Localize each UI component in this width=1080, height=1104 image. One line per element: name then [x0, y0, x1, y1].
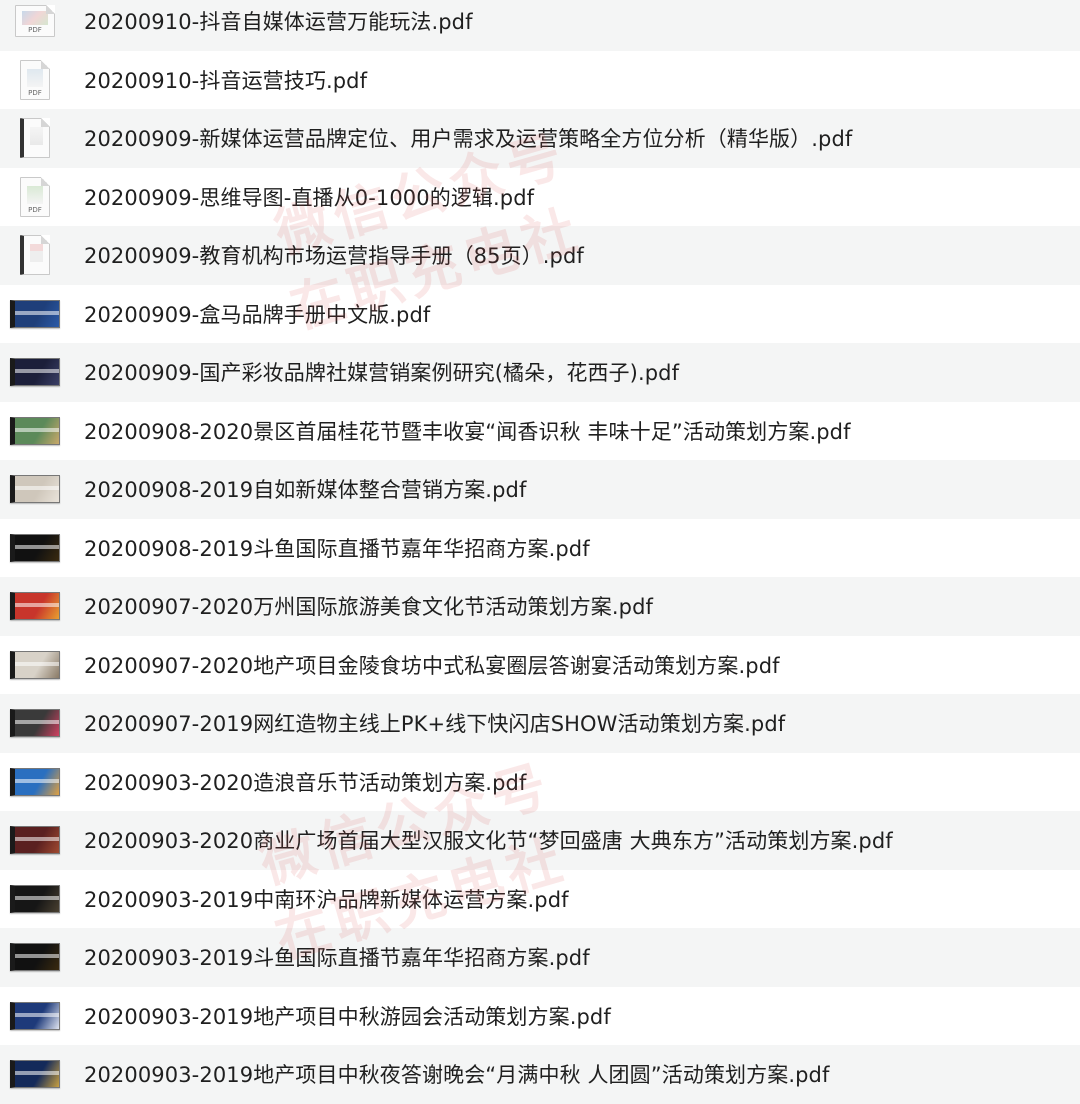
presentation-thumbnail-icon	[10, 943, 60, 972]
file-row[interactable]: 20200909-盒马品牌手册中文版.pdf	[0, 284, 1080, 343]
file-icon-container[interactable]: PDF	[6, 168, 64, 226]
file-name[interactable]: 20200908-2019自如新媒体整合营销方案.pdf	[84, 474, 526, 504]
file-icon-container[interactable]	[6, 1045, 64, 1103]
file-name[interactable]: 20200909-思维导图-直播从0-1000的逻辑.pdf	[84, 182, 534, 212]
file-icon-container[interactable]	[6, 870, 64, 928]
file-row[interactable]: 20200909-新媒体运营品牌定位、用户需求及运营策略全方位分析（精华版）.p…	[0, 109, 1080, 168]
file-name[interactable]: 20200907-2020万州国际旅游美食文化节活动策划方案.pdf	[84, 591, 653, 621]
file-row[interactable]: 20200903-2019地产项目中秋游园会活动策划方案.pdf	[0, 986, 1080, 1045]
file-name[interactable]: 20200903-2019斗鱼国际直播节嘉年华招商方案.pdf	[84, 942, 590, 972]
pdf-document-icon: PDF	[20, 59, 50, 100]
presentation-thumbnail-icon	[10, 299, 60, 328]
file-row[interactable]: 20200903-2019地产项目中秋夜答谢晚会“月满中秋 人团圆”活动策划方案…	[0, 1045, 1080, 1104]
file-icon-container[interactable]	[6, 460, 64, 518]
file-icon-container[interactable]	[6, 402, 64, 460]
pdf-tag: PDF	[28, 26, 42, 35]
presentation-thumbnail-icon	[10, 475, 60, 504]
file-row[interactable]: 20200903-2019中南环沪品牌新媒体运营方案.pdf	[0, 869, 1080, 928]
file-row[interactable]: 20200908-2020景区首届桂花节暨丰收宴“闻香识秋 丰味十足”活动策划方…	[0, 401, 1080, 460]
file-icon-container[interactable]	[6, 987, 64, 1045]
file-icon-container[interactable]	[6, 343, 64, 401]
bound-document-icon	[20, 235, 50, 276]
presentation-thumbnail-icon	[10, 533, 60, 562]
file-row[interactable]: 20200908-2019斗鱼国际直播节嘉年华招商方案.pdf	[0, 518, 1080, 577]
file-name[interactable]: 20200903-2019中南环沪品牌新媒体运营方案.pdf	[84, 884, 569, 914]
pdf-tag: PDF	[28, 88, 42, 97]
file-row[interactable]: 20200909-国产彩妆品牌社媒营销案例研究(橘朵，花西子).pdf	[0, 343, 1080, 402]
file-name[interactable]: 20200903-2019地产项目中秋夜答谢晚会“月满中秋 人团圆”活动策划方案…	[84, 1059, 829, 1089]
file-icon-container[interactable]	[6, 109, 64, 167]
presentation-thumbnail-icon	[10, 1060, 60, 1089]
file-row[interactable]: 20200903-2019斗鱼国际直播节嘉年华招商方案.pdf	[0, 928, 1080, 987]
file-row[interactable]: 20200909-教育机构市场运营指导手册（85页）.pdf	[0, 226, 1080, 285]
file-name[interactable]: 20200908-2020景区首届桂花节暨丰收宴“闻香识秋 丰味十足”活动策划方…	[84, 416, 851, 446]
file-list: PDF 20200910-抖音自媒体运营万能玩法.pdf PDF 20200910-抖…	[0, 0, 1080, 1104]
presentation-thumbnail-icon	[10, 416, 60, 445]
file-icon-container[interactable]	[6, 285, 64, 343]
file-name[interactable]: 20200907-2020地产项目金陵食坊中式私宴圈层答谢宴活动策划方案.pdf	[84, 650, 780, 680]
file-icon-container[interactable]	[6, 577, 64, 635]
file-icon-container[interactable]	[6, 226, 64, 284]
file-name[interactable]: 20200910-抖音自媒体运营万能玩法.pdf	[84, 6, 473, 36]
file-icon-container[interactable]: PDF	[6, 0, 64, 50]
file-icon-container[interactable]	[6, 694, 64, 752]
mindmap-pdf-icon: PDF	[15, 5, 55, 38]
pdf-document-icon: PDF	[20, 176, 50, 217]
file-row[interactable]: 20200903-2020商业广场首届大型汉服文化节“梦回盛唐 大典东方”活动策…	[0, 811, 1080, 870]
presentation-thumbnail-icon	[10, 650, 60, 679]
file-row[interactable]: PDF 20200909-思维导图-直播从0-1000的逻辑.pdf	[0, 167, 1080, 226]
presentation-thumbnail-icon	[10, 358, 60, 387]
file-name[interactable]: 20200903-2020商业广场首届大型汉服文化节“梦回盛唐 大典东方”活动策…	[84, 825, 893, 855]
file-name[interactable]: 20200909-新媒体运营品牌定位、用户需求及运营策略全方位分析（精华版）.p…	[84, 123, 852, 153]
file-row[interactable]: PDF 20200910-抖音运营技巧.pdf	[0, 50, 1080, 109]
file-row[interactable]: 20200907-2020地产项目金陵食坊中式私宴圈层答谢宴活动策划方案.pdf	[0, 635, 1080, 694]
presentation-thumbnail-icon	[10, 884, 60, 913]
file-row[interactable]: 20200908-2019自如新媒体整合营销方案.pdf	[0, 460, 1080, 519]
file-name[interactable]: 20200909-国产彩妆品牌社媒营销案例研究(橘朵，花西子).pdf	[84, 357, 679, 387]
file-icon-container[interactable]: PDF	[6, 51, 64, 109]
file-name[interactable]: 20200903-2020造浪音乐节活动策划方案.pdf	[84, 767, 526, 797]
file-icon-container[interactable]	[6, 753, 64, 811]
presentation-thumbnail-icon	[10, 767, 60, 796]
file-row[interactable]: 20200907-2019网红造物主线上PK+线下快闪店SHOW活动策划方案.p…	[0, 694, 1080, 753]
file-icon-container[interactable]	[6, 519, 64, 577]
presentation-thumbnail-icon	[10, 592, 60, 621]
file-row[interactable]: 20200903-2020造浪音乐节活动策划方案.pdf	[0, 752, 1080, 811]
presentation-thumbnail-icon	[10, 1001, 60, 1030]
file-name[interactable]: 20200910-抖音运营技巧.pdf	[84, 65, 367, 95]
file-name[interactable]: 20200907-2019网红造物主线上PK+线下快闪店SHOW活动策划方案.p…	[84, 708, 785, 738]
pdf-tag: PDF	[28, 205, 42, 214]
presentation-thumbnail-icon	[10, 709, 60, 738]
file-icon-container[interactable]	[6, 928, 64, 986]
file-name[interactable]: 20200903-2019地产项目中秋游园会活动策划方案.pdf	[84, 1001, 611, 1031]
presentation-thumbnail-icon	[10, 826, 60, 855]
file-name[interactable]: 20200909-教育机构市场运营指导手册（85页）.pdf	[84, 240, 584, 270]
file-name[interactable]: 20200908-2019斗鱼国际直播节嘉年华招商方案.pdf	[84, 533, 590, 563]
file-icon-container[interactable]	[6, 811, 64, 869]
file-name[interactable]: 20200909-盒马品牌手册中文版.pdf	[84, 299, 430, 329]
file-icon-container[interactable]	[6, 636, 64, 694]
bound-document-icon	[20, 118, 50, 159]
file-row[interactable]: 20200907-2020万州国际旅游美食文化节活动策划方案.pdf	[0, 577, 1080, 636]
file-row[interactable]: PDF 20200910-抖音自媒体运营万能玩法.pdf	[0, 0, 1080, 51]
